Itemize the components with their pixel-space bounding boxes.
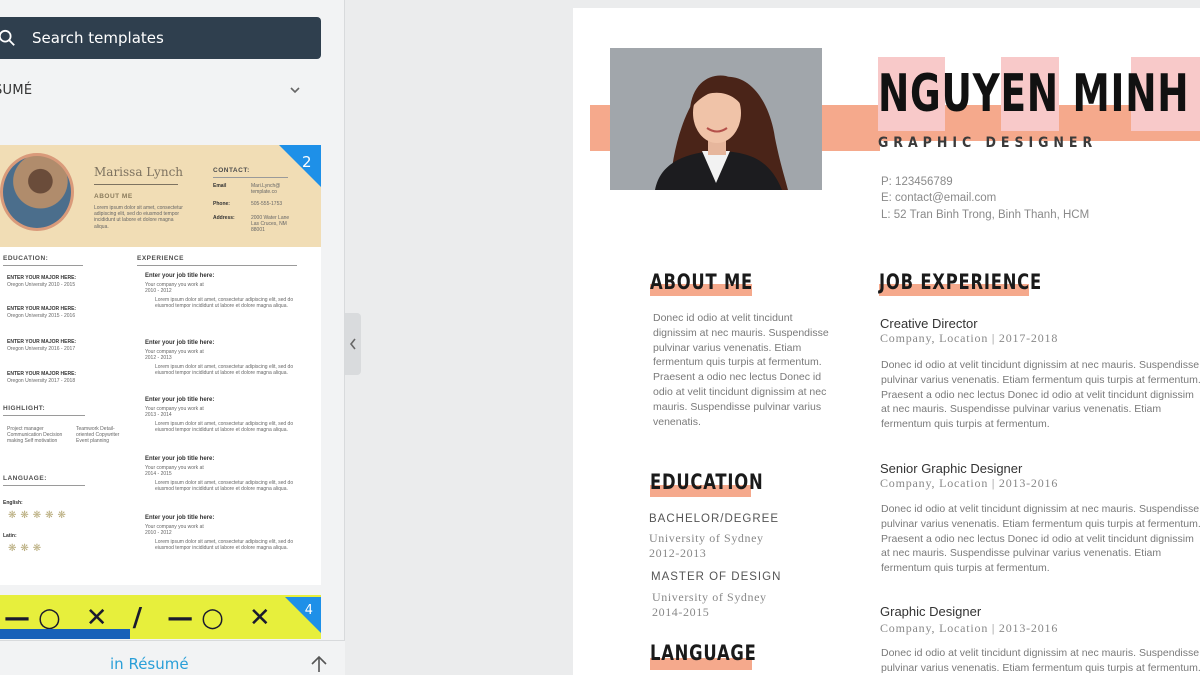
latin-rating: ❋❋❋ xyxy=(8,543,46,554)
template-job-detail: Your company you work at 2013 - 2014 xyxy=(145,406,204,419)
template-job-label: Enter your job title here: xyxy=(145,515,215,521)
job-title[interactable]: Graphic Designer xyxy=(880,604,981,619)
template-thumbnail-2[interactable]: —○ ✕ / —○ ✕ 4 xyxy=(0,595,321,639)
job-title[interactable]: Senior Graphic Designer xyxy=(880,461,1022,476)
template-major-label: ENTER YOUR MAJOR HERE: xyxy=(7,275,77,281)
about-me-heading[interactable]: ABOUT ME xyxy=(650,270,753,294)
template-highlight-list: Teamwork Detail-oriented Copywriter Even… xyxy=(76,426,120,445)
search-icon xyxy=(0,29,15,46)
more-in-resume-link[interactable]: in Résumé xyxy=(110,655,189,673)
resume-phone[interactable]: P: 123456789 xyxy=(881,176,953,188)
divider xyxy=(94,184,178,185)
divider xyxy=(137,265,297,266)
contact-phone-label: Phone: xyxy=(213,201,230,207)
template-job-detail: Your company you work at 2012 - 2013 xyxy=(145,349,204,362)
template-contact-heading: CONTACT: xyxy=(213,167,250,174)
search-templates-input[interactable]: Search templates xyxy=(0,17,321,59)
category-label: SUMÉ xyxy=(0,83,33,98)
template-major-label: ENTER YOUR MAJOR HERE: xyxy=(7,339,77,345)
resume-email[interactable]: E: contact@email.com xyxy=(881,192,996,204)
template-highlight-heading: HIGHLIGHT: xyxy=(3,405,46,412)
template-job-desc: Lorem ipsum dolor sit amet, consectetur … xyxy=(155,364,294,377)
template-job-detail: Your company you work at 2010 - 2012 xyxy=(145,282,204,295)
search-placeholder: Search templates xyxy=(32,29,164,47)
template-experience-heading: EXPERIENCE xyxy=(137,255,184,262)
job-description[interactable]: Donec id odio at velit tincidunt digniss… xyxy=(881,646,1200,675)
templates-panel: Search templates SUMÉ Marissa Lynch ABOU… xyxy=(0,0,345,675)
resume-canvas[interactable]: NGUYEN MINH THU GRAPHIC DESIGNER P: 1234… xyxy=(573,8,1200,675)
template-job-label: Enter your job title here: xyxy=(145,397,215,403)
template-job-desc: Lorem ipsum dolor sit amet, consectetur … xyxy=(155,539,294,552)
template-photo xyxy=(0,153,74,231)
template-education-heading: EDUCATION: xyxy=(3,255,49,262)
resume-name[interactable]: NGUYEN MINH THU xyxy=(878,64,1200,124)
job-title[interactable]: Creative Director xyxy=(880,316,978,331)
template-latin-label: Latin: xyxy=(3,533,17,539)
job-meta[interactable]: Company, Location | 2017-2018 xyxy=(880,331,1058,346)
divider xyxy=(3,265,83,266)
divider xyxy=(3,415,85,416)
template-band xyxy=(0,629,130,639)
svg-text:4: 4 xyxy=(305,603,313,618)
contact-address-label: Address: xyxy=(213,215,235,221)
template-job-desc: Lorem ipsum dolor sit amet, consectetur … xyxy=(155,480,294,493)
template-job-desc: Lorem ipsum dolor sit amet, consectetur … xyxy=(155,421,294,434)
template-job-desc: Lorem ipsum dolor sit amet, consectetur … xyxy=(155,297,294,310)
template-highlight-list: Project manager Communication Decision m… xyxy=(7,426,63,445)
template-job-label: Enter your job title here: xyxy=(145,273,215,279)
job-experience-heading[interactable]: JOB EXPERIENCE xyxy=(879,270,1042,294)
resume-location[interactable]: L: 52 Tran Binh Trong, Binh Thanh, HCM xyxy=(881,209,1089,221)
template-major-detail: Oregon University 2015 - 2016 xyxy=(7,313,76,319)
arrow-up-icon[interactable] xyxy=(308,653,330,675)
education-degree[interactable]: MASTER OF DESIGN xyxy=(651,571,781,583)
contact-address-value: 2000 Water Lane Las Cruces, NM 88001 xyxy=(251,215,290,234)
chevron-down-icon xyxy=(290,87,300,94)
template-english-label: English: xyxy=(3,500,23,506)
divider xyxy=(213,177,288,178)
job-meta[interactable]: Company, Location | 2013-2016 xyxy=(880,621,1058,636)
template-major-detail: Oregon University 2010 - 2015 xyxy=(7,282,76,288)
template-major-label: ENTER YOUR MAJOR HERE: xyxy=(7,306,77,312)
english-rating: ❋❋❋❋❋ xyxy=(8,510,70,521)
template-major-label: ENTER YOUR MAJOR HERE: xyxy=(7,371,77,377)
template-about-text: Lorem ipsum dolor sit amet, consectetur … xyxy=(94,205,183,230)
job-meta[interactable]: Company, Location | 2013-2016 xyxy=(880,476,1058,491)
resume-job-title[interactable]: GRAPHIC DESIGNER xyxy=(878,135,1097,151)
education-heading[interactable]: EDUCATION xyxy=(650,470,763,494)
template-language-heading: LANGUAGE: xyxy=(3,475,47,482)
page-badge: 2 xyxy=(279,145,321,187)
template-thumbnail-1[interactable]: Marissa Lynch ABOUT ME Lorem ipsum dolor… xyxy=(0,145,321,585)
profile-photo[interactable] xyxy=(610,48,822,190)
page-badge: 4 xyxy=(285,597,321,633)
template-job-label: Enter your job title here: xyxy=(145,340,215,346)
template-name: Marissa Lynch xyxy=(94,165,184,179)
template-about-heading: ABOUT ME xyxy=(94,193,133,200)
education-degree[interactable]: BACHELOR/DEGREE xyxy=(649,513,779,525)
job-description[interactable]: Donec id odio at velit tincidunt digniss… xyxy=(881,358,1200,432)
template-job-label: Enter your job title here: xyxy=(145,456,215,462)
education-years[interactable]: 2014-2015 xyxy=(652,605,709,620)
collapse-panel-button[interactable] xyxy=(345,313,361,375)
language-heading[interactable]: LANGUAGE xyxy=(650,641,757,665)
template-major-detail: Oregon University 2016 - 2017 xyxy=(7,346,76,352)
portrait-image xyxy=(610,48,822,190)
panel-footer: in Résumé xyxy=(0,640,345,675)
divider xyxy=(3,485,85,486)
svg-text:2: 2 xyxy=(302,153,312,171)
editor-window: Search templates SUMÉ Marissa Lynch ABOU… xyxy=(0,0,1200,675)
template-job-detail: Your company you work at 2010 - 2012 xyxy=(145,524,204,537)
about-me-text[interactable]: Donec id odio at velit tincidunt digniss… xyxy=(653,311,831,429)
chevron-left-icon xyxy=(349,338,356,350)
template-job-detail: Your company you work at 2014 - 2015 xyxy=(145,465,204,478)
education-school[interactable]: University of Sydney xyxy=(652,590,767,605)
contact-email-label: Email xyxy=(213,183,227,189)
template-major-detail: Oregon University 2017 - 2018 xyxy=(7,378,76,384)
education-school[interactable]: University of Sydney xyxy=(649,531,764,546)
education-years[interactable]: 2012-2013 xyxy=(649,546,706,561)
job-description[interactable]: Donec id odio at velit tincidunt digniss… xyxy=(881,502,1200,576)
category-dropdown[interactable]: SUMÉ xyxy=(0,82,310,102)
contact-phone-value: 505-555-1753 xyxy=(251,201,283,207)
